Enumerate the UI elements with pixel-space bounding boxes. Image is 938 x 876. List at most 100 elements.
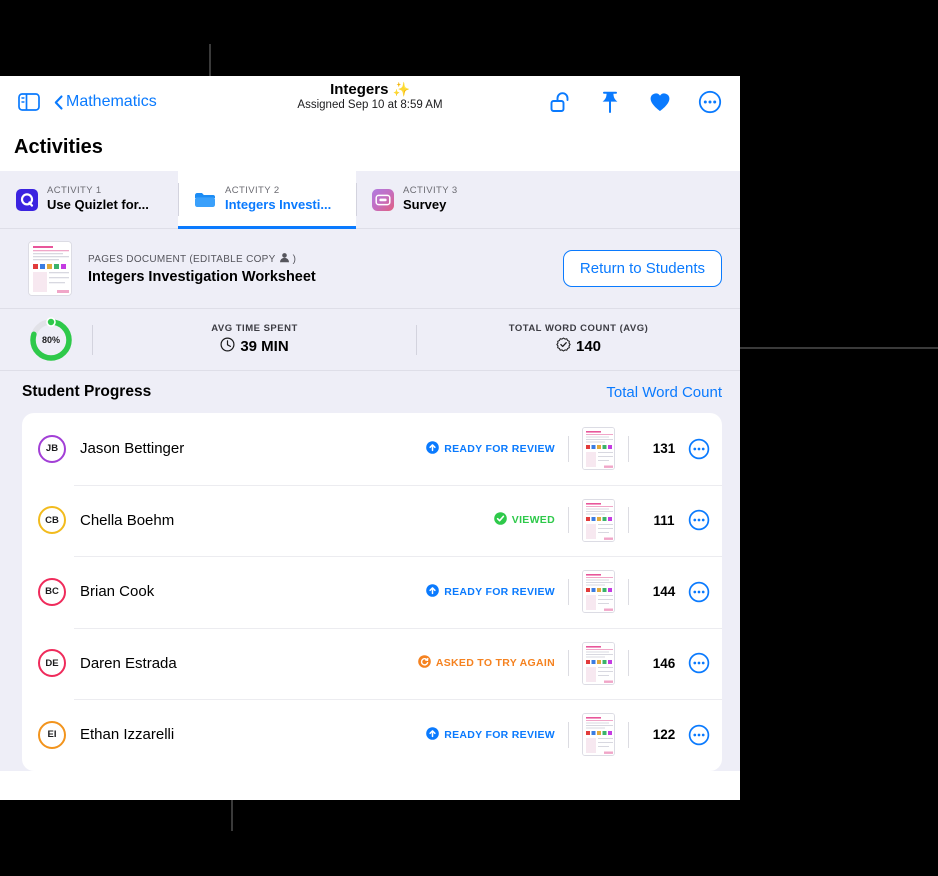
tab-activity-3-text: ACTIVITY 3 Survey <box>403 184 458 214</box>
assignment-subtitle: Assigned Sep 10 at 8:59 AM <box>297 99 443 111</box>
row-more-icon[interactable] <box>688 438 710 460</box>
avatar: CB <box>38 506 66 535</box>
word-count-value: 146 <box>652 655 676 671</box>
stat-value-row: 39 MIN <box>220 337 289 356</box>
assignment-title-row: Integers ✨ <box>330 81 410 98</box>
stats-row: 80% AVG TIME SPENT 39 MIN TOTAL WORD COU… <box>0 309 740 371</box>
back-to-mathematics-link[interactable]: Mathematics <box>54 93 157 111</box>
pin-icon[interactable] <box>598 90 622 114</box>
upload-circle-icon <box>426 726 440 743</box>
upload-circle-icon <box>426 440 440 457</box>
tab-activity-1[interactable]: ACTIVITY 1 Use Quizlet for... <box>0 171 178 228</box>
survey-icon <box>372 188 394 211</box>
screenshot-stage: Mathematics Integers ✨ Assigned Sep 10 a… <box>0 0 938 876</box>
student-progress-header: Student Progress Total Word Count <box>0 371 740 413</box>
tab-kicker: ACTIVITY 2 <box>225 184 280 196</box>
submission-thumbnail[interactable] <box>582 570 615 614</box>
row-more-icon[interactable] <box>688 724 710 746</box>
sparkles-icon: ✨ <box>392 81 410 97</box>
tab-label: Integers Investi... <box>225 197 332 213</box>
tab-kicker: ACTIVITY 3 <box>403 184 458 196</box>
table-row-jb[interactable]: JB Jason Bettinger READY FOR REVIEW 131 <box>22 413 722 485</box>
tab-label: Survey <box>403 197 447 213</box>
student-list: JB Jason Bettinger READY FOR REVIEW 131 … <box>22 413 722 771</box>
document-kicker-suffix: ) <box>292 253 297 265</box>
row-divider <box>628 721 629 748</box>
document-name: Integers Investigation Worksheet <box>88 269 316 285</box>
row-more-icon[interactable] <box>688 509 710 531</box>
status-badge-label: READY FOR REVIEW <box>444 585 555 598</box>
sidebar-toggle-icon[interactable] <box>18 93 40 111</box>
stat-value: 140 <box>575 338 602 355</box>
activity-panel: ACTIVITY 1 Use Quizlet for... ACTIVITY 2 <box>0 171 740 771</box>
word-count-value: 122 <box>652 727 676 743</box>
table-row-bc[interactable]: BC Brian Cook READY FOR REVIEW 144 <box>22 556 722 628</box>
avatar: BC <box>38 577 66 606</box>
document-thumbnail[interactable] <box>28 241 72 296</box>
assignment-title: Integers <box>330 81 389 98</box>
chevron-left-icon <box>54 94 63 110</box>
status-badge-label: READY FOR REVIEW <box>444 728 555 741</box>
submission-thumbnail[interactable] <box>582 641 615 685</box>
stat-label: TOTAL WORD COUNT (AVG) <box>508 323 649 334</box>
status-badge-label: READY FOR REVIEW <box>444 442 555 455</box>
word-count-value: 131 <box>652 441 676 457</box>
page-title: Activities <box>14 136 103 158</box>
tab-label: Use Quizlet for... <box>47 197 149 213</box>
avatar: EI <box>38 720 66 749</box>
stat-value: 39 MIN <box>240 338 289 355</box>
completion-ring: 80% <box>28 316 74 363</box>
pages-document-icon <box>194 189 216 211</box>
avatar: JB <box>38 434 66 463</box>
upload-circle-icon <box>426 583 440 600</box>
document-kicker-text: PAGES DOCUMENT (EDITABLE COPY <box>88 253 276 265</box>
toolbar-actions <box>548 90 722 114</box>
submission-thumbnail[interactable] <box>582 498 615 542</box>
row-divider <box>628 435 629 462</box>
quizlet-icon <box>16 188 38 211</box>
tab-activity-1-text: ACTIVITY 1 Use Quizlet for... <box>47 184 149 214</box>
table-row-ei[interactable]: EI Ethan Izzarelli READY FOR REVIEW 122 <box>22 699 722 771</box>
return-to-students-button[interactable]: Return to Students <box>562 250 722 287</box>
heart-icon[interactable] <box>648 90 672 114</box>
svg-text:80%: 80% <box>42 335 60 345</box>
clock-icon <box>220 337 235 356</box>
retry-circle-icon <box>418 655 431 671</box>
row-more-icon[interactable] <box>688 581 710 603</box>
stat-label: AVG TIME SPENT <box>211 323 298 334</box>
stat-avg-time-spent: AVG TIME SPENT 39 MIN <box>93 323 416 356</box>
total-word-count-link[interactable]: Total Word Count <box>606 384 722 401</box>
row-divider <box>628 507 629 534</box>
document-row: PAGES DOCUMENT (EDITABLE COPY ) Integers… <box>0 229 740 309</box>
word-count-value: 111 <box>653 512 675 528</box>
tab-activity-2[interactable]: ACTIVITY 2 Integers Investi... <box>178 171 356 229</box>
row-divider <box>568 721 569 748</box>
row-divider <box>628 650 629 677</box>
table-row-cb[interactable]: CB Chella Boehm VIEWED 111 <box>22 484 722 557</box>
toolbar-left-group: Mathematics <box>18 93 157 111</box>
stat-total-word-count: TOTAL WORD COUNT (AVG) 140 <box>417 323 740 356</box>
tab-kicker: ACTIVITY 1 <box>47 184 102 196</box>
word-count-value: 144 <box>652 584 676 600</box>
student-name: Brian Cook <box>80 583 155 601</box>
submission-thumbnail[interactable] <box>582 713 615 757</box>
row-divider <box>568 650 569 677</box>
student-name: Daren Estrada <box>80 654 177 672</box>
row-divider <box>568 578 569 605</box>
tab-activity-3[interactable]: ACTIVITY 3 Survey <box>356 171 534 228</box>
row-divider <box>628 578 629 605</box>
check-circle-icon <box>493 512 507 528</box>
student-name: Ethan Izzarelli <box>80 726 175 744</box>
student-progress-title: Student Progress <box>22 383 152 400</box>
unlock-icon[interactable] <box>548 90 572 114</box>
row-more-icon[interactable] <box>688 652 710 674</box>
row-divider <box>568 435 569 462</box>
app-toolbar: Mathematics Integers ✨ Assigned Sep 10 a… <box>0 76 740 128</box>
document-meta: PAGES DOCUMENT (EDITABLE COPY ) Integers… <box>88 252 316 285</box>
activity-tabs: ACTIVITY 1 Use Quizlet for... ACTIVITY 2 <box>0 171 740 229</box>
stat-value-row: 140 <box>556 337 601 356</box>
more-circle-icon[interactable] <box>698 90 722 114</box>
table-row-de[interactable]: DE Daren Estrada ASKED TO TRY AGAIN 146 <box>22 627 722 700</box>
status-badge: READY FOR REVIEW <box>426 726 555 743</box>
submission-thumbnail[interactable] <box>582 427 615 471</box>
